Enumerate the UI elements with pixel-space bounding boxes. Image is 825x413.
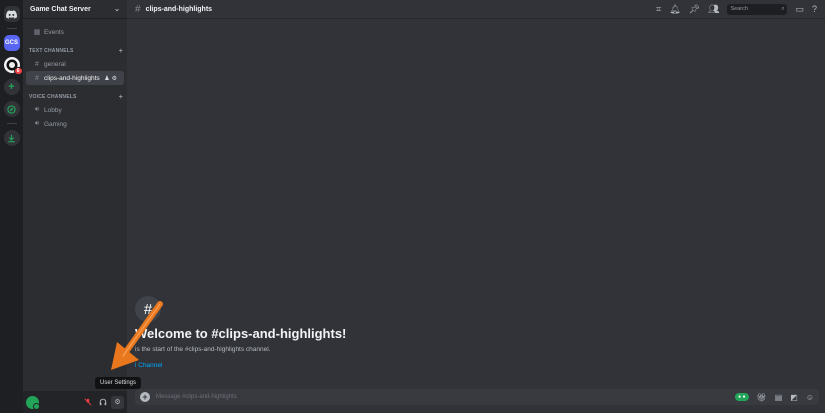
- inbox-icon[interactable]: ▭: [795, 4, 804, 15]
- member-list-icon[interactable]: 👥︎: [708, 4, 719, 15]
- download-icon[interactable]: [3, 130, 20, 146]
- server-header[interactable]: Game Chat Server ⌄: [23, 0, 127, 19]
- boost-icon[interactable]: ● ●: [735, 393, 749, 401]
- channel-general[interactable]: # general: [26, 57, 124, 71]
- search-placeholder: Search: [730, 6, 748, 12]
- help-icon[interactable]: ?: [812, 4, 817, 14]
- category-label: TEXT CHANNELS: [29, 48, 74, 54]
- channel-clips-and-highlights[interactable]: # clips-and-highlights ♟ ⚙: [26, 71, 124, 85]
- voice-channel-gaming[interactable]: 🔊︎ Gaming: [26, 117, 124, 131]
- explore-icon[interactable]: [3, 101, 20, 117]
- message-composer: + Message #clips-and-highlights ● ● 🎁︎ ▤…: [135, 389, 819, 405]
- category-label: VOICE CHANNELS: [29, 94, 77, 100]
- server-gcs[interactable]: GCS: [3, 35, 20, 51]
- voice-channel-lobby[interactable]: 🔊︎ Lobby: [26, 103, 124, 117]
- channel-label: Lobby: [44, 106, 62, 114]
- notification-bell-icon[interactable]: 🔔︎: [669, 4, 680, 15]
- create-channel-icon[interactable]: +: [119, 94, 123, 101]
- channel-label: clips-and-highlights: [44, 74, 100, 82]
- user-settings-gear-icon[interactable]: ⚙: [111, 395, 124, 409]
- invite-icon[interactable]: ♟: [104, 75, 109, 82]
- chevron-down-icon: ⌄: [114, 6, 120, 13]
- channel-label: Gaming: [44, 120, 67, 128]
- user-settings-tooltip: User Settings: [95, 377, 142, 389]
- speaker-icon: 🔊︎: [34, 106, 40, 113]
- emoji-icon[interactable]: ☺: [806, 393, 814, 402]
- discord-home-icon[interactable]: [3, 6, 20, 22]
- rail-separator: [6, 123, 17, 124]
- rail-separator: [6, 28, 17, 29]
- server-name: Game Chat Server: [30, 5, 91, 13]
- search-input[interactable]: Search ⌕: [727, 3, 788, 15]
- gift-icon[interactable]: 🎁︎: [757, 393, 767, 402]
- category-voice-channels[interactable]: VOICE CHANNELS +: [23, 91, 127, 103]
- search-icon: ⌕: [781, 5, 785, 12]
- hash-icon: #: [35, 74, 39, 82]
- message-input[interactable]: Message #clips-and-highlights: [156, 394, 237, 400]
- avatar[interactable]: [26, 395, 40, 410]
- hash-icon: #: [135, 3, 141, 15]
- threads-icon[interactable]: ⌗: [656, 4, 661, 15]
- mute-microphone-icon[interactable]: [81, 396, 94, 409]
- pin-icon[interactable]: 📌︎: [689, 4, 700, 15]
- channel-title: clips-and-highlights: [145, 5, 213, 13]
- server-avatar[interactable]: 6: [3, 57, 23, 75]
- channel-header: # clips-and-highlights ⌗ 🔔︎ 📌︎ 👥︎ Search…: [127, 0, 825, 19]
- server-rail: GCS 6 +: [0, 0, 23, 413]
- notification-badge: 6: [13, 67, 23, 75]
- headphones-icon[interactable]: [96, 396, 109, 409]
- user-panel: ⚙: [23, 391, 127, 413]
- add-server-icon[interactable]: +: [3, 79, 20, 95]
- annotation-arrow: [111, 301, 163, 370]
- sticker-icon[interactable]: ◩: [790, 393, 798, 402]
- speaker-icon: 🔊︎: [34, 120, 40, 127]
- channel-main: # clips-and-highlights ⌗ 🔔︎ 📌︎ 👥︎ Search…: [127, 0, 825, 413]
- channel-settings-icon[interactable]: ⚙: [112, 75, 117, 82]
- create-channel-icon[interactable]: +: [119, 48, 123, 55]
- category-text-channels[interactable]: TEXT CHANNELS +: [23, 45, 127, 57]
- calendar-icon: ▦: [33, 29, 41, 36]
- sidebar-item-events[interactable]: ▦ Events: [26, 25, 124, 39]
- channel-label: general: [44, 60, 66, 68]
- hash-icon: #: [35, 60, 39, 68]
- sidebar-item-label: Events: [44, 28, 64, 36]
- gif-icon[interactable]: ▤: [775, 393, 783, 402]
- discord-app: GCS 6 + Game Chat Server ⌄ ▦ Events TEXT…: [0, 0, 825, 413]
- add-attachment-icon[interactable]: +: [140, 392, 150, 402]
